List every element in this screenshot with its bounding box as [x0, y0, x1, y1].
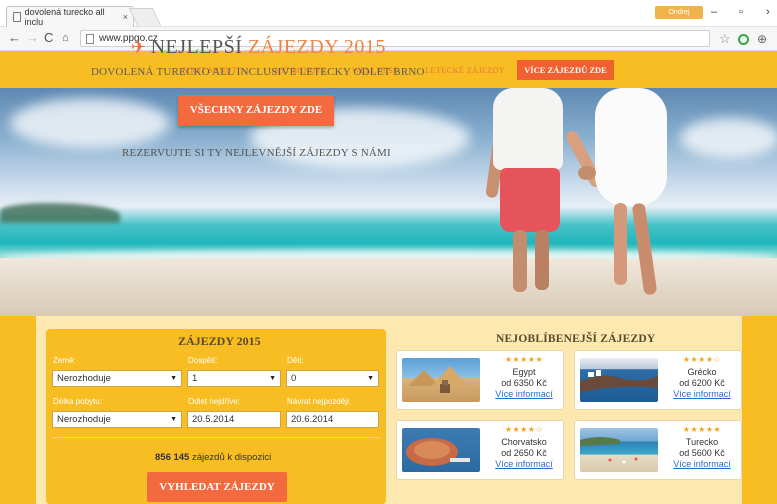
tab-title: dovolená turecko all inclu	[24, 7, 105, 27]
browser-tabstrip: dovolená turecko all inclu × Ondrej – ▫ …	[0, 0, 777, 27]
restore-icon[interactable]: ▫	[739, 6, 743, 18]
nav-letecke-zajezdy[interactable]: LETECKÉ ZÁJEZDY	[425, 65, 505, 75]
departure-label: Odlet nejdříve:	[188, 397, 241, 406]
back-icon[interactable]: ←	[8, 30, 21, 46]
couple-photo	[614, 203, 627, 285]
croatia-photo	[402, 428, 480, 472]
tab-close-icon[interactable]: ×	[123, 12, 128, 22]
search-title: ZÁJEZDY 2015	[178, 334, 261, 348]
beach-sand	[0, 258, 777, 316]
close-window-icon[interactable]: ›	[766, 6, 770, 18]
divider	[52, 437, 379, 438]
more-info-link[interactable]: Více informací	[665, 459, 739, 469]
pyramids-icon	[408, 366, 468, 393]
adults-label: Dospělí:	[188, 356, 218, 365]
more-info-link[interactable]: Více informací	[665, 389, 739, 399]
available-count: 856 145 zájezdů k dispozici	[155, 452, 271, 463]
destination-price: od 5600 Kč	[679, 448, 725, 458]
trip-card-greece[interactable]: ★★★★☆ Grécko od 6200 Kč Více informací	[574, 350, 742, 410]
stay-length-value: Nerozhoduje	[57, 414, 111, 425]
country-label: Země:	[53, 356, 76, 365]
adults-value: 1	[192, 373, 198, 384]
trip-card-egypt[interactable]: ★★★★★ Egypt od 6350 Kč Více informací	[396, 350, 564, 410]
all-trips-button[interactable]: VŠECHNY ZÁJEZDY ZDE	[178, 95, 334, 126]
destination-name: Grécko	[687, 367, 717, 377]
profile-button[interactable]: Ondrej	[655, 6, 703, 19]
bookmark-star-icon[interactable]: ☆	[719, 31, 731, 47]
rating-stars: ★★★★★	[504, 355, 544, 364]
rating-stars: ★★★★☆	[504, 425, 544, 434]
browser-tab[interactable]: dovolená turecko all inclu ×	[6, 6, 134, 27]
cloud	[680, 118, 777, 158]
cloud	[10, 98, 170, 148]
children-label: Děti:	[287, 356, 304, 365]
hero-tagline: REZERVUJTE SI TY NEJLEVNĚJŠÍ ZÁJEZDY S N…	[122, 147, 391, 159]
dropdown-arrow-icon: ▼	[170, 416, 177, 423]
extension-icon[interactable]	[738, 34, 749, 45]
destination-price: od 6200 Kč	[679, 378, 725, 388]
destination-name: Chorvatsko	[501, 437, 547, 447]
greece-photo	[580, 358, 658, 402]
couple-photo	[513, 230, 527, 292]
rating-stars: ★★★★☆	[682, 355, 722, 364]
menu-icon[interactable]: ⊕	[757, 32, 767, 46]
couple-photo	[535, 230, 549, 290]
hero-subtitle: DOVOLENÁ TURECKO ALL INCLUSIVE LETECKY O…	[91, 66, 425, 78]
hero-banner	[0, 88, 777, 316]
island-trees	[0, 203, 120, 223]
trip-card-croatia[interactable]: ★★★★☆ Chorvatsko od 2650 Kč Více informa…	[396, 420, 564, 480]
stay-length-label: Délka pobytu:	[53, 397, 102, 406]
country-value: Nerozhoduje	[57, 373, 111, 384]
dropdown-arrow-icon: ▼	[269, 375, 276, 382]
dropdown-arrow-icon: ▼	[170, 375, 177, 382]
more-info-link[interactable]: Více informací	[487, 389, 561, 399]
dropdown-arrow-icon: ▼	[367, 375, 374, 382]
minimize-icon[interactable]: –	[711, 6, 717, 18]
return-input[interactable]: 20.6.2014	[286, 411, 379, 428]
home-icon[interactable]: ⌂	[62, 30, 69, 46]
rating-stars: ★★★★★	[682, 425, 722, 434]
destination-name: Turecko	[685, 437, 719, 447]
children-select[interactable]: 0 ▼	[286, 370, 379, 387]
turkey-photo	[580, 428, 658, 472]
adults-select[interactable]: 1 ▼	[187, 370, 281, 387]
couple-photo	[500, 168, 560, 232]
count-number: 856 145	[155, 452, 190, 463]
more-info-link[interactable]: Více informací	[487, 459, 561, 469]
children-value: 0	[291, 373, 297, 384]
couple-photo	[578, 166, 596, 180]
trip-card-turkey[interactable]: ★★★★★ Turecko od 5600 Kč Více informací	[574, 420, 742, 480]
address-bar-row: ← → C ⌂ www.ppgo.cz ☆ ⊕	[0, 27, 777, 51]
island-icon	[580, 370, 658, 392]
search-button[interactable]: VYHLEDAT ZÁJEZDY	[147, 472, 287, 502]
airplane-icon: ✈	[131, 37, 147, 57]
couple-photo	[493, 88, 563, 170]
page-icon	[13, 12, 21, 22]
nav-more-trips-button[interactable]: VÍCE ZÁJEZDŮ ZDE	[517, 60, 614, 80]
reload-icon[interactable]: C	[44, 30, 53, 46]
egypt-photo	[402, 358, 480, 402]
old-town-icon	[406, 438, 470, 466]
destination-price: od 2650 Kč	[501, 448, 547, 458]
page-info-icon	[86, 34, 94, 44]
popular-title: NEJOBLÍBENEJŠÍ ZÁJEZDY	[496, 333, 656, 345]
return-label: Návrat nejpozději:	[287, 397, 352, 406]
hero-title: ✈ NEJLEPŠÍ ZÁJEZDY 2015	[131, 36, 386, 59]
hero-title-accent: ZÁJEZDY 2015	[247, 36, 386, 58]
departure-input[interactable]: 20.5.2014	[187, 411, 281, 428]
hero-title-plain: NEJLEPŠÍ	[150, 36, 243, 58]
count-text: zájezdů k dispozici	[191, 452, 272, 463]
couple-photo	[595, 88, 667, 206]
destination-name: Egypt	[512, 367, 536, 377]
beach-icon	[580, 437, 638, 464]
side-strip	[0, 316, 36, 504]
stay-length-select[interactable]: Nerozhoduje ▼	[52, 411, 182, 428]
destination-price: od 6350 Kč	[501, 378, 547, 388]
country-select[interactable]: Nerozhoduje ▼	[52, 370, 182, 387]
forward-icon[interactable]: →	[26, 30, 39, 46]
